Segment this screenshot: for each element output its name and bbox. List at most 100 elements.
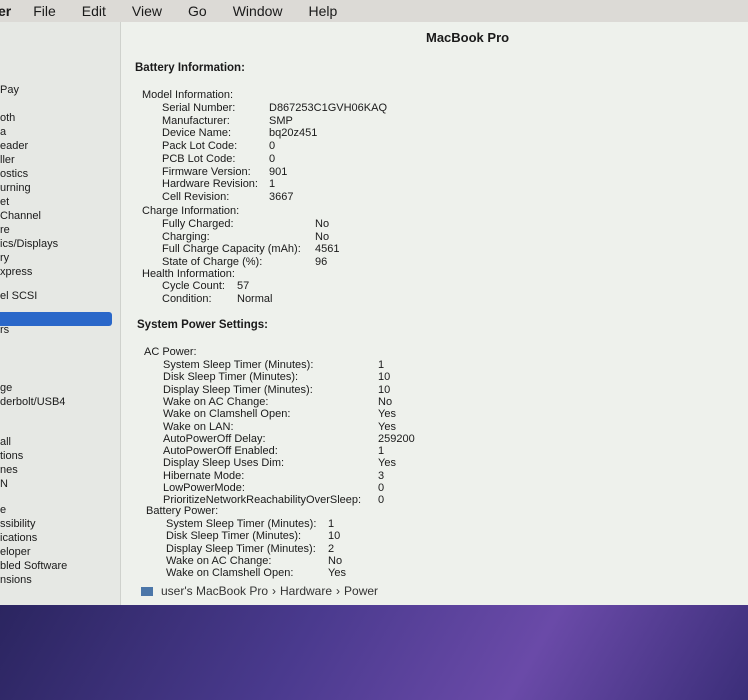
sidebar-item[interactable]: ostics	[0, 168, 28, 180]
sidebar-item[interactable]: eader	[0, 140, 28, 152]
battery-power-value: Yes	[328, 567, 346, 580]
sidebar-item[interactable]: N	[0, 478, 8, 490]
menu-bar: er File Edit View Go Window Help	[0, 0, 748, 22]
model-info-label: PCB Lot Code:	[162, 152, 236, 165]
health-info-label: Condition:	[162, 292, 212, 305]
ac-power-value: 3	[378, 469, 385, 482]
health-info-title: Health Information:	[142, 268, 235, 280]
path-separator: ›	[336, 584, 341, 598]
battery-power-label: Display Sleep Timer (Minutes):	[166, 542, 316, 555]
model-info-value: D867253C1GVH06KAQ	[269, 102, 388, 114]
model-info-value: 0	[269, 140, 276, 153]
menu-file[interactable]: File	[33, 3, 56, 19]
model-info-title: Model Information:	[142, 89, 234, 101]
sidebar-item[interactable]: el SCSI	[0, 290, 37, 302]
ac-power-label: AutoPowerOff Enabled:	[163, 445, 278, 458]
sidebar-item[interactable]: ller	[0, 154, 15, 166]
sidebar-item[interactable]: e	[0, 504, 6, 516]
path-bar: user's MacBook Pro › Hardware › Power	[141, 584, 378, 598]
detail-pane: MacBook Pro Battery Information: Model I…	[121, 22, 748, 605]
path-hardware[interactable]: Hardware	[280, 584, 332, 598]
ac-power-label: Wake on Clamshell Open:	[163, 408, 291, 421]
health-info-value: 57	[237, 280, 250, 292]
power-section-title: System Power Settings:	[137, 319, 269, 331]
desktop-wallpaper	[0, 605, 748, 700]
sidebar-item[interactable]: Pay	[0, 84, 19, 96]
ac-power-value: Yes	[378, 420, 396, 433]
model-info-value: SMP	[269, 114, 293, 127]
ac-power-value: 0	[378, 482, 385, 494]
sidebar-item[interactable]: rs	[0, 324, 9, 336]
sidebar-item[interactable]: urning	[0, 182, 31, 194]
path-computer[interactable]: user's MacBook Pro	[161, 584, 268, 598]
charge-info-value: No	[315, 230, 330, 243]
sidebar-item[interactable]: ications	[0, 532, 37, 544]
path-separator: ›	[272, 584, 276, 598]
sidebar-item[interactable]: eloper	[0, 546, 31, 558]
sidebar-item[interactable]: derbolt/USB4	[0, 396, 65, 408]
sidebar-item[interactable]: oth	[0, 112, 15, 124]
sidebar-item[interactable]: tions	[0, 450, 23, 462]
sidebar-item[interactable]: nes	[0, 464, 18, 476]
model-info-value: 1	[269, 178, 276, 191]
ac-power-label: Wake on LAN:	[163, 420, 234, 433]
sidebar-item[interactable]: Channel	[0, 210, 41, 222]
charge-info-label: Charging:	[162, 230, 210, 243]
health-info-label: Cycle Count:	[162, 280, 225, 292]
model-info-value: bq20z451	[269, 127, 318, 140]
ac-power-label: System Sleep Timer (Minutes):	[163, 359, 314, 371]
battery-power-value: 1	[328, 518, 335, 530]
sidebar-item[interactable]: ssibility	[0, 518, 35, 530]
sidebar-item[interactable]: ics/Displays	[0, 238, 58, 250]
sidebar-item[interactable]: ge	[0, 382, 12, 394]
battery-power-label: Wake on Clamshell Open:	[166, 567, 294, 580]
model-info-label: Firmware Version:	[162, 165, 251, 178]
charge-info-value: No	[315, 218, 330, 230]
battery-power-value: 2	[328, 542, 335, 555]
battery-power-label: Disk Sleep Timer (Minutes):	[166, 530, 302, 543]
menu-window[interactable]: Window	[233, 3, 283, 19]
model-info-label: Manufacturer:	[162, 114, 230, 127]
sidebar: Pay oth a eader ller ostics urning et Channel re i…	[0, 22, 121, 605]
model-info-value: 3667	[269, 190, 294, 203]
menu-view[interactable]: View	[132, 3, 162, 19]
sidebar-item[interactable]: et	[0, 196, 9, 208]
ac-power-value: No	[378, 395, 393, 408]
model-info-label: Pack Lot Code:	[162, 140, 238, 153]
ac-power-label: Hibernate Mode:	[163, 469, 245, 482]
ac-power-label: Display Sleep Timer (Minutes):	[163, 383, 313, 396]
ac-power-value: Yes	[378, 457, 396, 470]
battery-power-title: Battery Power:	[146, 505, 219, 517]
charge-info-value: 96	[315, 256, 328, 269]
sidebar-item-power-selected[interactable]	[0, 312, 112, 326]
ac-power-value: 10	[378, 371, 391, 384]
path-power[interactable]: Power	[344, 584, 378, 598]
model-info-label: Hardware Revision:	[162, 178, 258, 191]
sidebar-item[interactable]: ry	[0, 252, 9, 264]
sidebar-item[interactable]: a	[0, 126, 6, 138]
charge-info-label: Fully Charged:	[162, 218, 234, 230]
model-info-value: 901	[269, 165, 288, 178]
sidebar-item[interactable]: re	[0, 224, 10, 236]
menu-edit[interactable]: Edit	[82, 3, 106, 19]
menu-go[interactable]: Go	[188, 3, 207, 19]
ac-power-label: Display Sleep Uses Dim:	[163, 457, 285, 470]
menu-help[interactable]: Help	[309, 3, 338, 19]
model-info-label: Cell Revision:	[162, 190, 230, 203]
battery-power-value: 10	[328, 530, 341, 543]
menu-app[interactable]: er	[0, 3, 11, 19]
ac-power-value: 1	[378, 359, 385, 371]
charge-info-title: Charge Information:	[142, 205, 240, 217]
sidebar-item[interactable]: bled Software	[0, 560, 67, 572]
health-info-value: Normal	[237, 292, 273, 305]
battery-power-value: No	[328, 554, 343, 567]
sidebar-item[interactable]: nsions	[0, 574, 32, 586]
sidebar-item[interactable]: xpress	[0, 266, 32, 278]
system-information-window: Pay oth a eader ller ostics urning et Channel re i…	[0, 22, 748, 605]
sidebar-item[interactable]: all	[0, 436, 11, 448]
ac-power-value: 10	[378, 383, 391, 396]
model-info-label: Serial Number:	[162, 102, 236, 114]
ac-power-title: AC Power:	[144, 346, 197, 358]
battery-power-label: System Sleep Timer (Minutes):	[166, 518, 317, 530]
ac-power-label: Disk Sleep Timer (Minutes):	[163, 371, 299, 384]
